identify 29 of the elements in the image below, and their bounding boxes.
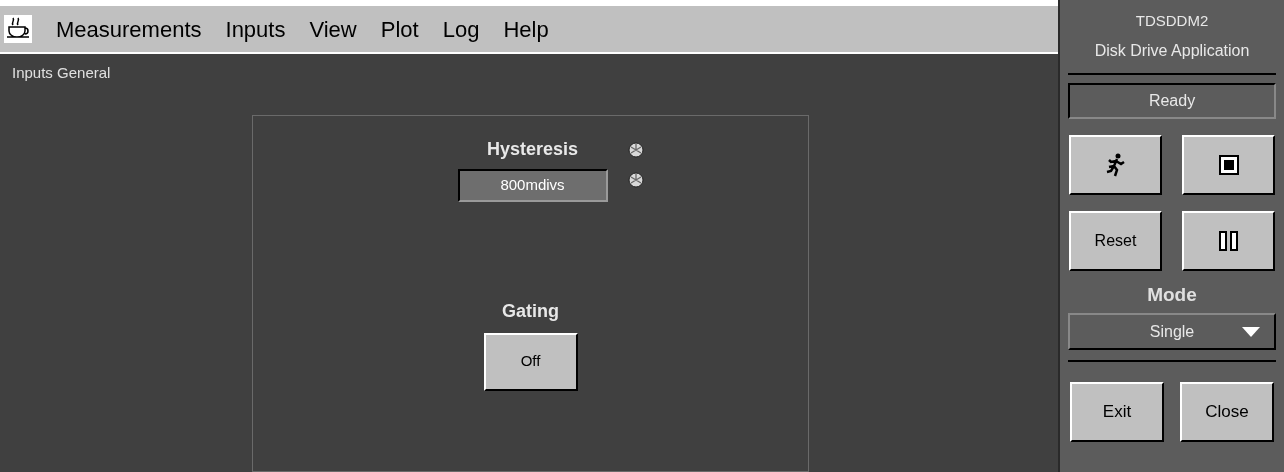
pause-icon bbox=[1217, 230, 1240, 251]
status-display: Ready bbox=[1068, 82, 1276, 119]
mode-dropdown[interactable]: Single bbox=[1068, 313, 1276, 350]
gating-button[interactable]: Off bbox=[483, 332, 578, 391]
mode-label: Mode bbox=[1146, 282, 1198, 307]
exit-button[interactable]: Exit bbox=[1070, 382, 1164, 442]
running-figure-icon bbox=[1104, 152, 1127, 177]
reset-button[interactable]: Reset bbox=[1069, 210, 1162, 271]
knob-icon[interactable] bbox=[627, 141, 644, 158]
hysteresis-label: Hysteresis bbox=[486, 137, 579, 161]
close-button[interactable]: Close bbox=[1180, 382, 1274, 442]
menu-item[interactable]: Log bbox=[442, 12, 480, 46]
stop-button[interactable] bbox=[1182, 134, 1275, 195]
app-code: TDSDDM2 bbox=[1134, 11, 1210, 31]
run-button[interactable] bbox=[1069, 134, 1162, 195]
dropdown-arrow-icon bbox=[1242, 326, 1260, 337]
coffee-cup-icon bbox=[4, 15, 32, 43]
app-name: Disk Drive Application bbox=[1093, 40, 1251, 61]
gating-label: Gating bbox=[502, 299, 559, 323]
knob-icon[interactable] bbox=[627, 171, 644, 188]
menu-item[interactable]: Inputs bbox=[225, 12, 286, 46]
menu-item[interactable]: Plot bbox=[380, 12, 419, 46]
page-title: Inputs General bbox=[11, 63, 112, 83]
hysteresis-field[interactable]: 800mdivs bbox=[457, 168, 608, 202]
stop-icon bbox=[1218, 154, 1239, 175]
menu-item[interactable]: View bbox=[309, 12, 357, 46]
pause-button[interactable] bbox=[1182, 210, 1275, 271]
menu-item[interactable]: Help bbox=[503, 12, 549, 46]
menu-item[interactable]: Measurements bbox=[56, 12, 202, 46]
